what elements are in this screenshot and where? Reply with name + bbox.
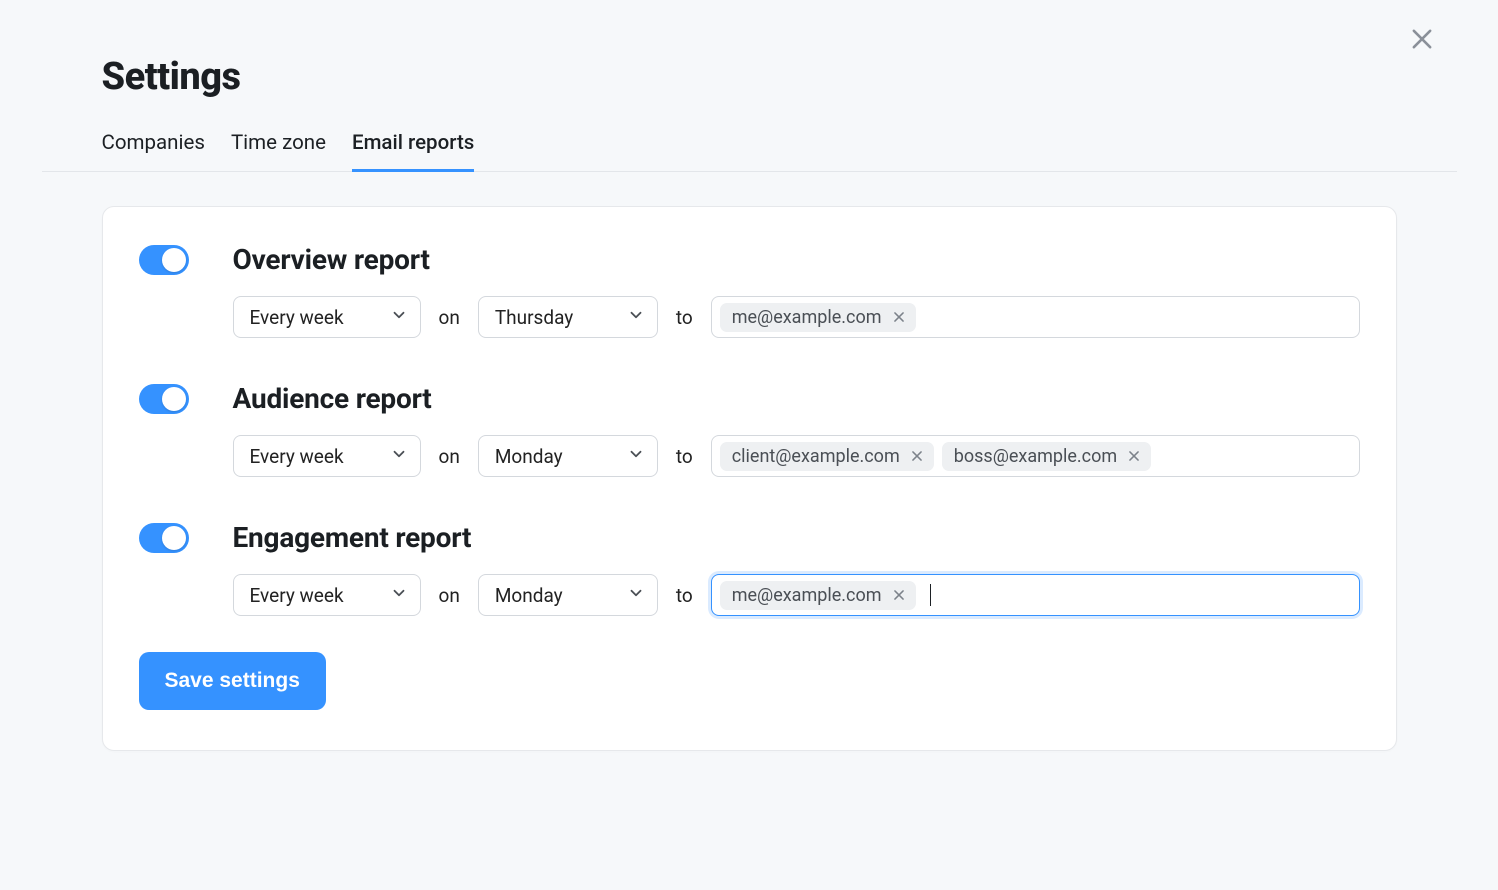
email-chip-text: client@example.com <box>732 446 900 467</box>
label-on: on <box>439 584 460 607</box>
email-reports-card: Overview report Every week on Thursday t… <box>102 206 1397 751</box>
email-chip-text: me@example.com <box>732 307 882 328</box>
day-select-overview[interactable]: Thursday <box>478 296 658 338</box>
page-title: Settings <box>102 55 1397 99</box>
label-to: to <box>676 584 693 607</box>
text-cursor <box>930 584 932 606</box>
day-select-engagement[interactable]: Monday <box>478 574 658 616</box>
chevron-down-icon <box>390 306 408 329</box>
chevron-down-icon <box>627 584 645 607</box>
report-title: Engagement report <box>233 521 472 554</box>
label-on: on <box>439 306 460 329</box>
toggle-audience[interactable] <box>139 384 189 414</box>
email-input-area[interactable] <box>939 584 1350 606</box>
email-chip-text: boss@example.com <box>954 446 1117 467</box>
tab-companies[interactable]: Companies <box>102 131 205 172</box>
recipients-input-engagement[interactable]: me@example.com <box>711 574 1360 616</box>
day-select-audience[interactable]: Monday <box>478 435 658 477</box>
label-to: to <box>676 306 693 329</box>
report-engagement: Engagement report Every week on Monday t… <box>139 521 1360 616</box>
recipients-input-overview[interactable]: me@example.com <box>711 296 1360 338</box>
frequency-value: Every week <box>250 306 344 329</box>
email-chip-text: me@example.com <box>732 585 882 606</box>
report-title: Audience report <box>233 382 432 415</box>
chevron-down-icon <box>390 445 408 468</box>
label-on: on <box>439 445 460 468</box>
chevron-down-icon <box>390 584 408 607</box>
frequency-select-engagement[interactable]: Every week <box>233 574 421 616</box>
close-button[interactable] <box>1405 22 1439 56</box>
chevron-down-icon <box>627 445 645 468</box>
email-input-area[interactable] <box>1159 445 1350 467</box>
tab-time-zone[interactable]: Time zone <box>231 131 326 172</box>
chevron-down-icon <box>627 306 645 329</box>
recipients-input-audience[interactable]: client@example.com boss@example.com <box>711 435 1360 477</box>
remove-chip-button[interactable] <box>890 308 908 326</box>
email-chip: client@example.com <box>720 442 934 471</box>
frequency-value: Every week <box>250 445 344 468</box>
report-audience: Audience report Every week on Monday to <box>139 382 1360 477</box>
label-to: to <box>676 445 693 468</box>
day-value: Thursday <box>495 306 573 329</box>
email-chip: me@example.com <box>720 581 916 610</box>
settings-tabs: Companies Time zone Email reports <box>42 131 1457 172</box>
email-chip: boss@example.com <box>942 442 1151 471</box>
remove-chip-button[interactable] <box>1125 447 1143 465</box>
tab-email-reports[interactable]: Email reports <box>352 131 474 172</box>
day-value: Monday <box>495 584 563 607</box>
email-input-area[interactable] <box>924 306 1351 328</box>
email-chip: me@example.com <box>720 303 916 332</box>
report-title: Overview report <box>233 243 430 276</box>
toggle-overview[interactable] <box>139 245 189 275</box>
remove-chip-button[interactable] <box>908 447 926 465</box>
toggle-engagement[interactable] <box>139 523 189 553</box>
save-settings-button[interactable]: Save settings <box>139 652 326 710</box>
frequency-select-audience[interactable]: Every week <box>233 435 421 477</box>
report-overview: Overview report Every week on Thursday t… <box>139 243 1360 338</box>
frequency-value: Every week <box>250 584 344 607</box>
day-value: Monday <box>495 445 563 468</box>
frequency-select-overview[interactable]: Every week <box>233 296 421 338</box>
remove-chip-button[interactable] <box>890 586 908 604</box>
